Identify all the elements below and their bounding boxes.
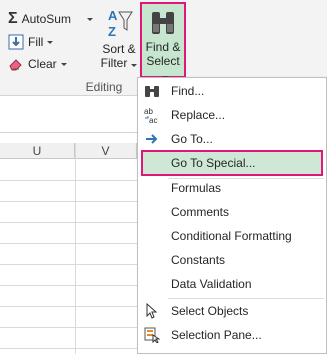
- menu-item-label: Comments: [171, 204, 230, 219]
- menu-item-selection-pane[interactable]: Selection Pane...: [139, 323, 325, 346]
- replace-icon: ab ac: [143, 106, 161, 124]
- menu-item-formulas[interactable]: Formulas: [139, 176, 325, 199]
- menu-item-label: Replace...: [171, 107, 226, 122]
- svg-text:Z: Z: [108, 24, 116, 39]
- menu-item-label: Formulas: [171, 180, 222, 195]
- find-select-button[interactable]: Find & Select: [140, 2, 186, 79]
- svg-text:ac: ac: [149, 116, 157, 124]
- svg-text:A: A: [108, 8, 118, 23]
- autosum-label: AutoSum: [21, 12, 71, 26]
- eraser-icon: [9, 59, 22, 71]
- menu-item-label: Selection Pane...: [171, 327, 262, 342]
- sort-filter-button[interactable]: A Z Sort & Filter: [98, 6, 140, 70]
- menu-item-go-to-special[interactable]: Go To Special...: [141, 150, 323, 176]
- sort-filter-icon: A Z: [108, 8, 133, 39]
- chevron-down-icon[interactable]: [60, 62, 67, 66]
- menu-item-data-validation[interactable]: Data Validation: [139, 272, 325, 295]
- menu-item-label: Data Validation: [171, 276, 252, 291]
- menu-item-comments[interactable]: Comments: [139, 200, 325, 223]
- fill-button[interactable]: Fill: [8, 31, 54, 53]
- column-header-v[interactable]: V: [75, 143, 137, 159]
- menu-item-replace[interactable]: ab ac Replace...: [139, 103, 325, 126]
- menu-item-label: Go To Special...: [171, 156, 256, 170]
- sigma-icon: Σ: [8, 10, 18, 27]
- menu-item-go-to[interactable]: Go To...: [139, 127, 325, 150]
- menu-item-label: Select Objects: [171, 303, 249, 318]
- fill-label: Fill: [28, 35, 44, 49]
- cursor-icon: [143, 302, 161, 320]
- binoculars-icon: [152, 12, 174, 34]
- gridline: [75, 143, 76, 354]
- clear-label: Clear: [28, 57, 57, 71]
- fill-down-icon: [8, 34, 24, 50]
- chevron-down-icon[interactable]: [47, 40, 54, 44]
- menu-item-constants[interactable]: Constants: [139, 248, 325, 271]
- chevron-down-icon: [131, 64, 138, 67]
- find-select-label-1: Find &: [145, 40, 181, 54]
- menu-item-label: Go To...: [171, 131, 213, 146]
- group-label: Editing: [85, 80, 123, 94]
- menu-item-conditional-formatting[interactable]: Conditional Formatting: [139, 224, 325, 247]
- autosum-button[interactable]: Σ AutoSum: [8, 8, 93, 30]
- arrow-right-icon: [143, 130, 161, 148]
- column-header-u[interactable]: U: [0, 143, 75, 159]
- clear-button[interactable]: Clear: [8, 53, 67, 75]
- chevron-down-icon[interactable]: [86, 17, 93, 21]
- selection-pane-icon: [143, 326, 161, 344]
- menu-item-select-objects[interactable]: Select Objects: [139, 299, 325, 322]
- sort-filter-label-2: Filter: [98, 56, 140, 70]
- find-select-menu: Find... ab ac Replace... Go To... Go To …: [137, 77, 327, 354]
- menu-item-label: Find...: [171, 83, 205, 98]
- menu-item-find[interactable]: Find...: [139, 79, 325, 102]
- menu-item-label: Constants: [171, 252, 226, 267]
- sort-filter-label-1: Sort &: [102, 42, 136, 56]
- binoculars-icon: [143, 82, 161, 100]
- svg-text:ab: ab: [144, 107, 153, 116]
- menu-item-label: Conditional Formatting: [171, 228, 292, 243]
